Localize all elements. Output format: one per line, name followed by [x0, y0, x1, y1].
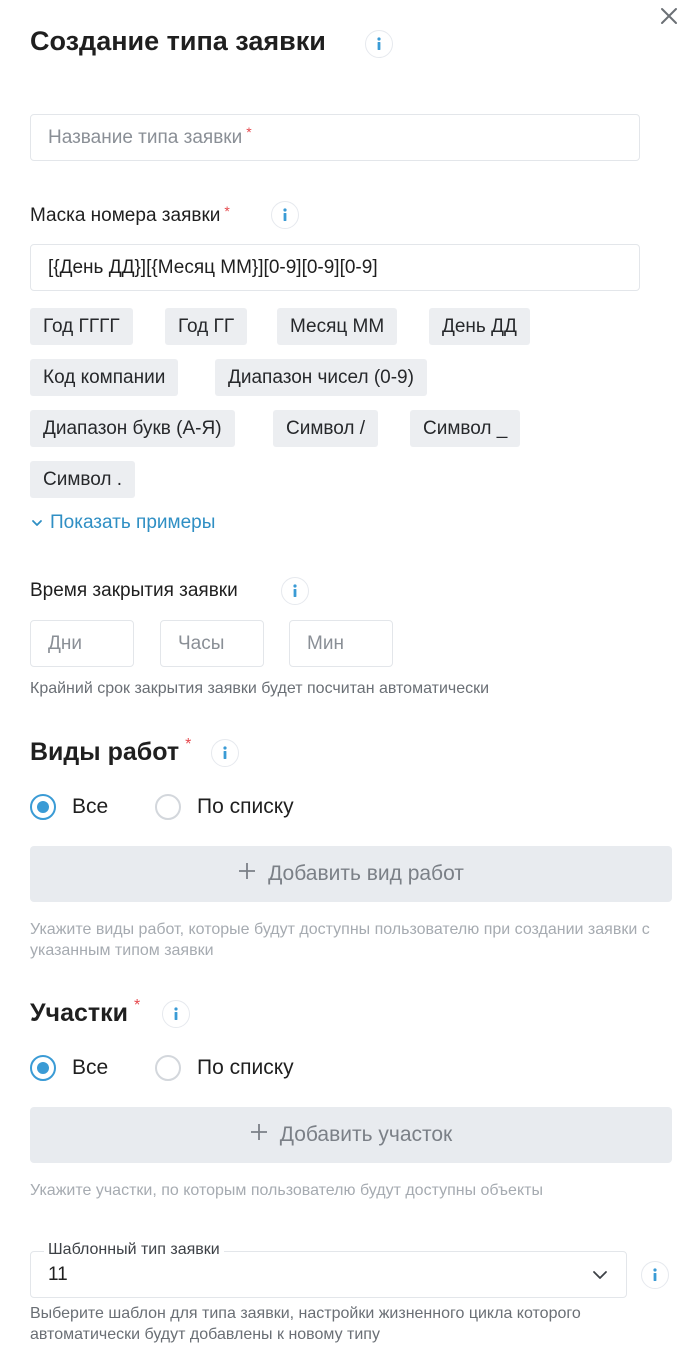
- sites-radio-list-label: По списку: [197, 1056, 294, 1079]
- required-mark: *: [246, 123, 252, 140]
- minutes-placeholder: Мин: [307, 632, 344, 654]
- template-type-legend: Шаблонный тип заявки: [44, 1241, 224, 1259]
- request-type-name-placeholder: Название типа заявки: [48, 126, 243, 148]
- sites-radio-all-label: Все: [72, 1056, 109, 1079]
- mask-label-text: Маска номера заявки: [30, 205, 221, 226]
- radio-checked-icon: [30, 794, 56, 820]
- sites-title: Участки: [30, 999, 128, 1027]
- close-time-info-icon[interactable]: [281, 577, 309, 605]
- close-icon[interactable]: [656, 3, 682, 29]
- radio-unchecked-icon: [155, 1055, 181, 1081]
- add-site-button[interactable]: Добавить участок: [30, 1107, 672, 1163]
- chip-year-yyyy[interactable]: Год ГГГГ: [30, 308, 133, 345]
- sites-info-icon[interactable]: [162, 1000, 190, 1028]
- sites-radio-all[interactable]: Все: [30, 1055, 108, 1081]
- chevron-down-icon: [30, 512, 44, 534]
- chip-company-code[interactable]: Код компании: [30, 359, 179, 396]
- chevron-down-icon: [592, 1268, 608, 1286]
- add-work-type-label: Добавить вид работ: [268, 862, 464, 885]
- work-types-title: Виды работ: [30, 738, 180, 766]
- mask-info-icon[interactable]: [271, 201, 299, 229]
- required-mark: *: [185, 735, 192, 753]
- hours-placeholder: Часы: [178, 632, 225, 654]
- show-examples-link[interactable]: Показать примеры: [30, 512, 215, 534]
- mask-value: [{День ДД}][{Месяц ММ}][0-9][0-9][0-9]: [48, 256, 378, 278]
- days-input[interactable]: Дни: [30, 620, 134, 667]
- required-mark: *: [134, 996, 141, 1014]
- work-types-radio-all[interactable]: Все: [30, 794, 108, 820]
- sites-heading: Участки *: [30, 996, 141, 1028]
- days-placeholder: Дни: [48, 632, 82, 654]
- work-types-heading: Виды работ *: [30, 735, 192, 767]
- template-info-icon[interactable]: [641, 1261, 669, 1289]
- mask-label: Маска номера заявки *: [30, 203, 230, 227]
- work-types-hint: Укажите виды работ, которые будут доступ…: [30, 921, 650, 959]
- close-time-hint: Крайний срок закрытия заявки будет посчи…: [30, 680, 490, 697]
- chip-symbol-slash[interactable]: Символ /: [273, 410, 379, 447]
- work-types-info-icon[interactable]: [211, 739, 239, 767]
- chip-month-mm[interactable]: Месяц ММ: [277, 308, 398, 345]
- chip-letter-range[interactable]: Диапазон букв (А-Я): [30, 410, 235, 447]
- sites-hint: Укажите участки, по которым пользователю…: [30, 1182, 543, 1199]
- mask-input[interactable]: [{День ДД}][{Месяц ММ}][0-9][0-9][0-9]: [30, 244, 640, 291]
- hours-input[interactable]: Часы: [160, 620, 264, 667]
- chip-symbol-dot[interactable]: Символ .: [30, 461, 136, 498]
- add-work-type-button[interactable]: Добавить вид работ: [30, 846, 672, 902]
- plus-icon: [250, 1123, 268, 1147]
- title-info-icon[interactable]: [365, 30, 393, 58]
- radio-checked-icon: [30, 1055, 56, 1081]
- chip-day-dd[interactable]: День ДД: [429, 308, 530, 345]
- show-examples-label: Показать примеры: [50, 512, 216, 533]
- chip-number-range[interactable]: Диапазон чисел (0-9): [215, 359, 427, 396]
- close-time-label: Время закрытия заявки: [30, 580, 238, 601]
- template-type-value: 11: [48, 1264, 68, 1285]
- plus-icon: [238, 862, 256, 886]
- add-site-label: Добавить участок: [279, 1123, 453, 1146]
- chip-year-yy[interactable]: Год ГГ: [165, 308, 248, 345]
- required-mark: *: [224, 203, 230, 219]
- work-types-radio-list-label: По списку: [197, 795, 294, 818]
- minutes-input[interactable]: Мин: [289, 620, 393, 667]
- request-type-name-input[interactable]: Название типа заявки *: [30, 114, 640, 161]
- template-hint: Выберите шаблон для типа заявки, настрой…: [30, 1305, 581, 1343]
- chip-symbol-underscore[interactable]: Символ _: [410, 410, 521, 447]
- dialog-title: Создание типа заявки: [30, 26, 326, 56]
- sites-radio-list[interactable]: По списку: [155, 1055, 294, 1081]
- work-types-radio-list[interactable]: По списку: [155, 794, 294, 820]
- work-types-radio-all-label: Все: [72, 795, 109, 818]
- radio-unchecked-icon: [155, 794, 181, 820]
